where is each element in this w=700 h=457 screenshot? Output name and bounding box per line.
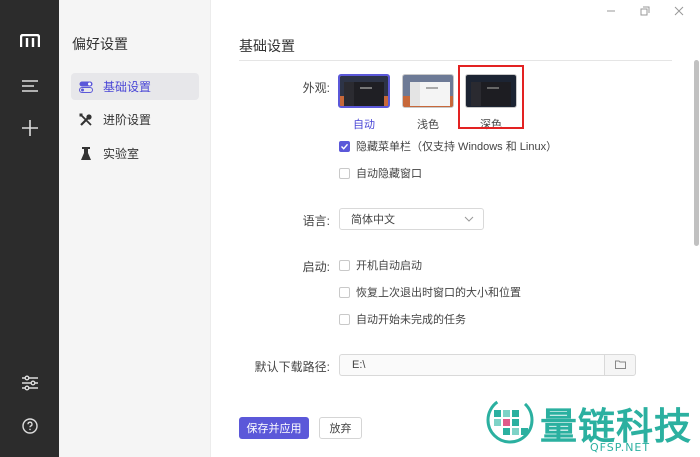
logo-icon[interactable]: [0, 26, 59, 56]
checkbox[interactable]: [339, 313, 350, 325]
flask-icon: [79, 146, 93, 161]
theme-option-light[interactable]: 浅色: [402, 74, 454, 131]
nav-item-lab[interactable]: 实验室: [71, 140, 199, 167]
watermark-logo-icon: [480, 394, 536, 450]
checkbox[interactable]: [339, 259, 350, 271]
appearance-label: 外观:: [302, 81, 330, 95]
download-path-value: E:\: [352, 359, 366, 371]
watermark-subtitle: QFSP.NET: [590, 441, 651, 454]
theme-thumbnail: [402, 74, 454, 108]
restore-window-option[interactable]: 恢复上次退出时窗口的大小和位置: [339, 284, 521, 300]
language-label: 语言:: [302, 214, 330, 228]
startup-label: 启动:: [302, 260, 330, 274]
page-title: 基础设置: [239, 38, 295, 54]
title-divider: [239, 60, 672, 61]
save-apply-button[interactable]: 保存并应用: [239, 417, 309, 439]
checkbox-label: 隐藏菜单栏（仅支持 Windows 和 Linux）: [356, 141, 558, 153]
discard-button[interactable]: 放弃: [319, 417, 362, 439]
preferences-sidebar: 偏好设置 基础设置 进阶设置 实验室: [59, 0, 211, 457]
launch-at-startup-option[interactable]: 开机自动启动: [339, 257, 422, 273]
download-path-input[interactable]: E:\: [339, 354, 606, 376]
toggle-icon: [79, 80, 93, 94]
preferences-title: 偏好设置: [72, 36, 128, 52]
language-value: 简体中文: [351, 214, 395, 226]
help-icon[interactable]: [0, 411, 59, 441]
checkbox[interactable]: [339, 167, 350, 179]
chevron-down-icon: [464, 214, 474, 224]
settings-sliders-icon[interactable]: [0, 368, 59, 398]
nav-item-label: 基础设置: [103, 80, 152, 94]
checkbox-label: 开机自动启动: [356, 260, 422, 272]
language-select[interactable]: 简体中文: [339, 208, 484, 230]
theme-thumbnail: [338, 74, 390, 108]
checkbox-label: 自动隐藏窗口: [356, 168, 422, 180]
nav-item-basic-settings[interactable]: 基础设置: [71, 73, 199, 100]
download-path-label: 默认下载路径:: [254, 360, 330, 374]
checkbox-label: 恢复上次退出时窗口的大小和位置: [356, 287, 521, 299]
menu-icon[interactable]: [0, 71, 59, 101]
minimize-icon[interactable]: [604, 4, 618, 18]
close-icon[interactable]: [672, 4, 686, 18]
app-rail: [0, 0, 59, 457]
theme-label: 浅色: [417, 119, 439, 131]
theme-label: 自动: [353, 119, 375, 131]
scrollbar-thumb[interactable]: [694, 60, 699, 246]
add-icon[interactable]: [0, 113, 59, 143]
nav-item-advanced-settings[interactable]: 进阶设置: [71, 106, 199, 133]
highlight-annotation: [458, 65, 524, 129]
resume-tasks-option[interactable]: 自动开始未完成的任务: [339, 311, 466, 327]
maximize-icon[interactable]: [638, 4, 652, 18]
checkbox-label: 自动开始未完成的任务: [356, 314, 466, 326]
theme-option-auto[interactable]: 自动: [338, 74, 390, 131]
auto-hide-window-option[interactable]: 自动隐藏窗口: [339, 165, 422, 181]
hide-menubar-option[interactable]: 隐藏菜单栏（仅支持 Windows 和 Linux）: [339, 138, 557, 154]
browse-folder-button[interactable]: [604, 354, 636, 376]
folder-icon: [614, 358, 626, 372]
nav-item-label: 进阶设置: [103, 113, 152, 127]
checkbox[interactable]: [339, 286, 350, 298]
nav-item-label: 实验室: [103, 147, 140, 161]
checkbox-checked[interactable]: [339, 140, 350, 152]
tools-icon: [79, 113, 93, 127]
